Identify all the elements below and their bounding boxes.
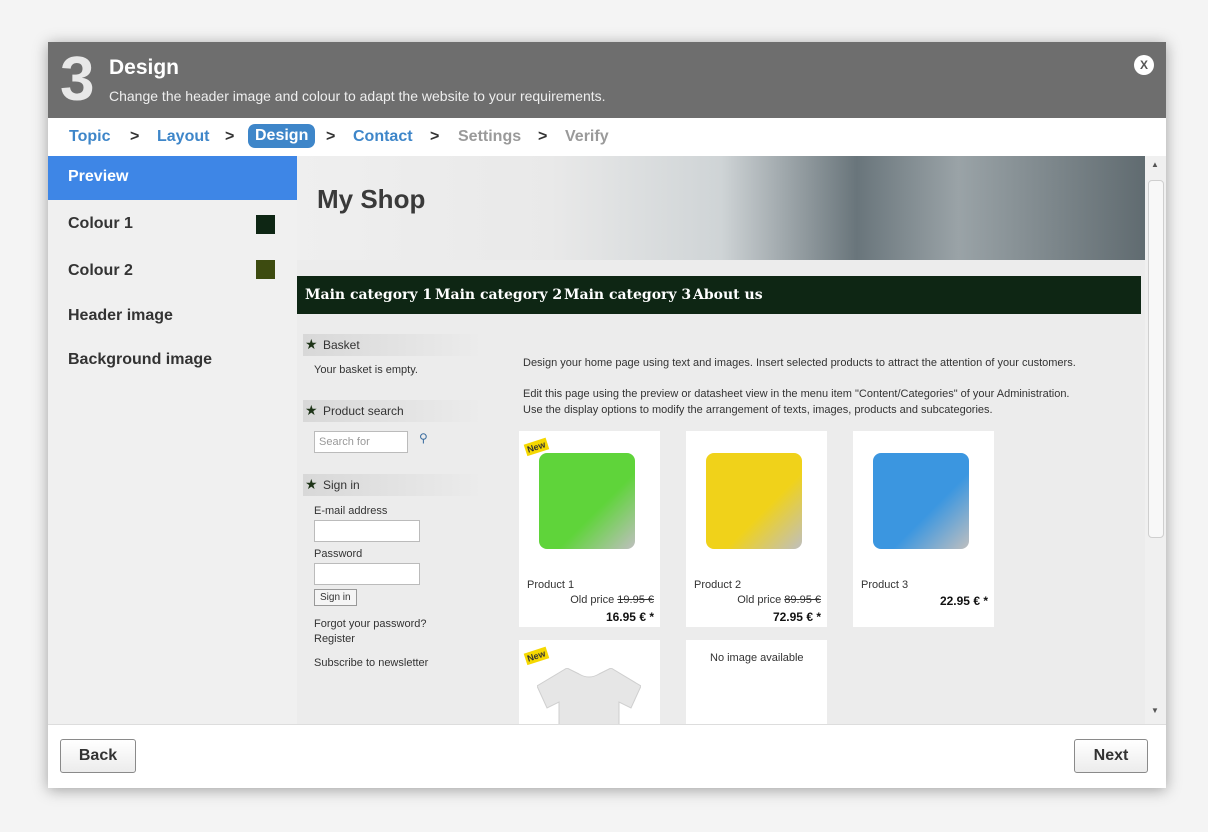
next-button[interactable]: Next bbox=[1074, 739, 1148, 773]
newsletter-link[interactable]: Subscribe to newsletter bbox=[314, 657, 428, 669]
edit-text-1: Edit this page using the preview or data… bbox=[523, 388, 1070, 400]
sidebar-item-preview[interactable]: Preview bbox=[48, 156, 307, 200]
email-field[interactable] bbox=[314, 520, 420, 542]
product-price: 72.95 € * bbox=[772, 610, 821, 624]
breadcrumb-settings: Settings bbox=[458, 128, 522, 145]
colour-1-swatch[interactable] bbox=[256, 215, 275, 234]
nav-item[interactable]: Main category 1 bbox=[305, 287, 432, 303]
preview-scrollbar[interactable]: ▲ ▼ bbox=[1145, 156, 1166, 724]
signin-heading: ★ Sign in bbox=[303, 474, 483, 496]
no-image-text: No image available bbox=[710, 652, 804, 664]
sidebar-item-colour-1[interactable]: Colour 1 bbox=[48, 203, 297, 247]
shop-nav: Main category 1 Main category 2 Main cat… bbox=[297, 276, 1141, 314]
old-price: Old price 89.95 € bbox=[737, 594, 821, 606]
close-icon[interactable]: X bbox=[1134, 55, 1154, 75]
breadcrumb-layout[interactable]: Layout bbox=[157, 128, 209, 146]
product-name: Product 3 bbox=[861, 579, 909, 591]
nav-item[interactable]: About us bbox=[693, 287, 763, 303]
product-card[interactable]: New Product 1 Old price 19.95 € 16.95 € … bbox=[519, 431, 660, 627]
step-number: 3 bbox=[60, 45, 95, 114]
breadcrumb-separator: > bbox=[430, 128, 440, 145]
sidebar-item-background-image[interactable]: Background image bbox=[48, 339, 297, 383]
star-icon: ★ bbox=[305, 336, 318, 352]
search-input[interactable]: Search for bbox=[314, 431, 408, 453]
sidebar-item-label: Header image bbox=[68, 307, 173, 324]
sidebar-item-label: Background image bbox=[68, 351, 213, 368]
product-price: 16.95 € * bbox=[605, 610, 654, 624]
basket-heading: ★ Basket bbox=[303, 334, 483, 356]
wizard-header: 3 Design Change the header image and col… bbox=[48, 42, 1166, 118]
breadcrumb-design[interactable]: Design bbox=[248, 124, 316, 148]
scroll-up-icon[interactable]: ▲ bbox=[1151, 160, 1159, 169]
nav-item[interactable]: Main category 2 bbox=[435, 287, 562, 303]
breadcrumb-topic[interactable]: Topic bbox=[69, 128, 110, 146]
breadcrumb-contact[interactable]: Contact bbox=[353, 128, 413, 146]
edit-text-2: Use the display options to modify the ar… bbox=[523, 404, 993, 416]
product-price: 22.95 € * bbox=[939, 594, 988, 608]
product-image bbox=[706, 453, 802, 549]
nav-item[interactable]: Main category 3 bbox=[564, 287, 691, 303]
back-button[interactable]: Back bbox=[60, 739, 136, 773]
product-card[interactable]: No image available bbox=[686, 640, 827, 724]
wizard-footer: Back Next bbox=[48, 724, 1166, 788]
new-badge-icon: New bbox=[523, 646, 549, 666]
password-label: Password bbox=[314, 548, 363, 560]
old-price: Old price 19.95 € bbox=[570, 594, 654, 606]
scrollbar-thumb[interactable] bbox=[1148, 180, 1164, 538]
sidebar: Preview Colour 1 Colour 2 Header image B… bbox=[48, 156, 307, 724]
sidebar-item-label: Preview bbox=[68, 168, 129, 185]
colour-2-swatch[interactable] bbox=[256, 260, 275, 279]
tshirt-icon bbox=[537, 668, 641, 724]
basket-text: Your basket is empty. bbox=[314, 364, 418, 376]
breadcrumb-separator: > bbox=[538, 128, 548, 145]
password-field[interactable] bbox=[314, 563, 420, 585]
sidebar-item-label: Colour 1 bbox=[68, 215, 133, 232]
product-image bbox=[539, 453, 635, 549]
register-link[interactable]: Register bbox=[314, 633, 355, 645]
product-name: Product 2 bbox=[694, 579, 742, 591]
breadcrumb-verify: Verify bbox=[565, 128, 609, 145]
sidebar-item-header-image[interactable]: Header image bbox=[48, 295, 297, 339]
product-card[interactable]: Product 3 22.95 € * bbox=[853, 431, 994, 627]
shop-preview: My Shop Main category 1 Main category 2 … bbox=[297, 156, 1145, 724]
wizard-dialog: 3 Design Change the header image and col… bbox=[48, 42, 1166, 788]
star-icon: ★ bbox=[305, 476, 318, 492]
breadcrumb-separator: > bbox=[225, 128, 235, 145]
page-subtitle: Change the header image and colour to ad… bbox=[109, 88, 606, 104]
email-label: E-mail address bbox=[314, 505, 388, 517]
shop-title: My Shop bbox=[317, 184, 426, 214]
product-image bbox=[873, 453, 969, 549]
scroll-down-icon[interactable]: ▼ bbox=[1151, 706, 1159, 715]
intro-text: Design your home page using text and ima… bbox=[523, 357, 1076, 369]
breadcrumb-separator: > bbox=[326, 128, 336, 145]
product-card[interactable]: Product 2 Old price 89.95 € 72.95 € * bbox=[686, 431, 827, 627]
forgot-password-link[interactable]: Forgot your password? bbox=[314, 618, 427, 630]
product-name: Product 1 bbox=[527, 579, 575, 591]
breadcrumb-separator: > bbox=[130, 128, 140, 145]
star-icon: ★ bbox=[305, 402, 318, 418]
page-title: Design bbox=[109, 56, 180, 79]
product-card[interactable]: New bbox=[519, 640, 660, 724]
breadcrumb: Topic > Layout > Design > Contact > Sett… bbox=[48, 120, 1166, 155]
signin-button[interactable]: Sign in bbox=[314, 589, 357, 606]
sidebar-item-colour-2[interactable]: Colour 2 bbox=[48, 250, 297, 294]
search-heading: ★ Product search bbox=[303, 400, 483, 422]
search-icon[interactable]: ⚲ bbox=[419, 431, 428, 445]
sidebar-item-label: Colour 2 bbox=[68, 262, 133, 279]
